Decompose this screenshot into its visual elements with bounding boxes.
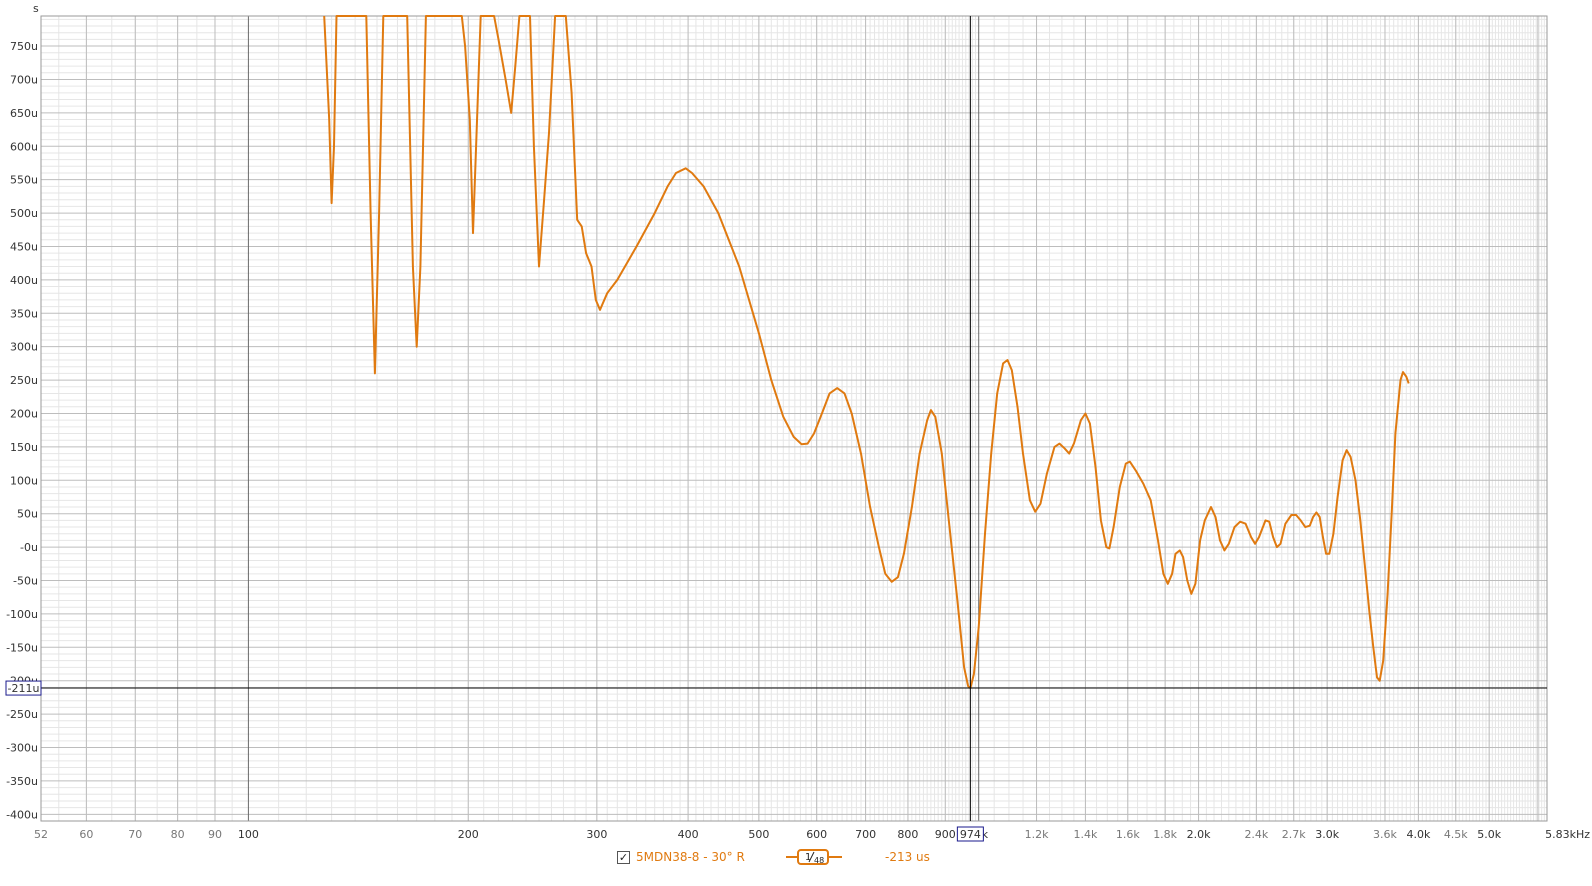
y-tick-label: 650u [10, 107, 38, 120]
y-tick-label: 600u [10, 140, 38, 153]
x-tick-label: 4.5k [1444, 828, 1468, 841]
x-tick-label: 3.6k [1373, 828, 1397, 841]
x-tick-label: 1.8k [1153, 828, 1177, 841]
y-tick-label: 700u [10, 73, 38, 86]
y-tick-label: 50u [17, 508, 38, 521]
x-tick-label: 600 [806, 828, 827, 841]
x-tick-label: 700 [855, 828, 876, 841]
y-axis-unit: s [33, 2, 39, 15]
x-tick-label: 300 [586, 828, 607, 841]
smoothing-numerator: 1 [805, 852, 811, 863]
grid [40, 16, 1547, 821]
x-tick-label: 800 [897, 828, 918, 841]
y-tick-label: 100u [10, 474, 38, 487]
cursor-x-readout: 974 [956, 826, 984, 842]
x-tick-label: 60 [79, 828, 93, 841]
y-axis: 750u 700u 650u 600u 550u 500u 450u 400u 350u 300u… [6, 40, 38, 821]
x-tick-label: 2.7k [1282, 828, 1306, 841]
y-tick-label: 450u [10, 240, 38, 253]
y-tick-label: 350u [10, 307, 38, 320]
x-tick-label: 1.2k [1025, 828, 1049, 841]
x-tick-label: 500 [748, 828, 769, 841]
x-axis: 52 60 70 80 90 100 200 300 400 500 600 700 800 900 k 1.… [34, 828, 1590, 841]
y-tick-label: -50u [13, 575, 38, 588]
x-tick-label: 5.0k [1477, 828, 1501, 841]
series-visibility-checkbox[interactable]: ✓ [617, 851, 630, 864]
x-tick-label: 200 [458, 828, 479, 841]
cursor-x-readout-text: 974 [960, 828, 981, 841]
y-tick-label: -300u [6, 742, 38, 755]
y-tick-label: -400u [6, 808, 38, 821]
y-tick-label: 400u [10, 274, 38, 287]
y-tick-label: -100u [6, 608, 38, 621]
x-tick-label: 100 [238, 828, 259, 841]
smoothing-icon[interactable]: 1 48 [786, 848, 842, 866]
x-tick-label: 80 [171, 828, 185, 841]
x-tick-label: 70 [128, 828, 142, 841]
group-delay-chart[interactable]: s 750u 700u 650u 600u 550u 500u 450u 400u 350u 30… [0, 0, 1592, 886]
x-tick-label: 1.6k [1116, 828, 1140, 841]
y-tick-label: 500u [10, 207, 38, 220]
x-tick-label: 1.4k [1073, 828, 1097, 841]
x-tick-label: 90 [208, 828, 222, 841]
legend-cursor-value: -213 us [885, 850, 930, 864]
x-tick-label: 2.4k [1244, 828, 1268, 841]
smoothing-denominator: 48 [814, 856, 824, 865]
y-tick-label: -350u [6, 775, 38, 788]
y-tick-label: 250u [10, 374, 38, 387]
y-tick-label: -0u [20, 541, 38, 554]
check-icon: ✓ [618, 851, 629, 864]
y-tick-label: 200u [10, 407, 38, 420]
x-tick-label: 5.83kHz [1545, 828, 1590, 841]
plot-frame [40, 15, 1548, 822]
x-tick-label: 900 [935, 828, 956, 841]
x-tick-label: 2.0k [1187, 828, 1211, 841]
legend-series-name[interactable]: 5MDN38-8 - 30° R [636, 850, 745, 864]
cursor-y-readout-text: -211u [8, 682, 40, 695]
y-tick-label: 150u [10, 441, 38, 454]
x-tick-label: 400 [678, 828, 699, 841]
y-tick-label: 300u [10, 341, 38, 354]
x-tick-label: 3.0k [1315, 828, 1339, 841]
legend: ✓ 5MDN38-8 - 30° R 1 48 -213 us [0, 848, 1592, 870]
x-tick-label: 4.0k [1406, 828, 1430, 841]
y-tick-label: -150u [6, 641, 38, 654]
y-tick-label: 750u [10, 40, 38, 53]
x-tick-label: 52 [34, 828, 48, 841]
cursor-y-readout: -211u [5, 680, 42, 696]
y-tick-label: -250u [6, 708, 38, 721]
y-tick-label: 550u [10, 174, 38, 187]
